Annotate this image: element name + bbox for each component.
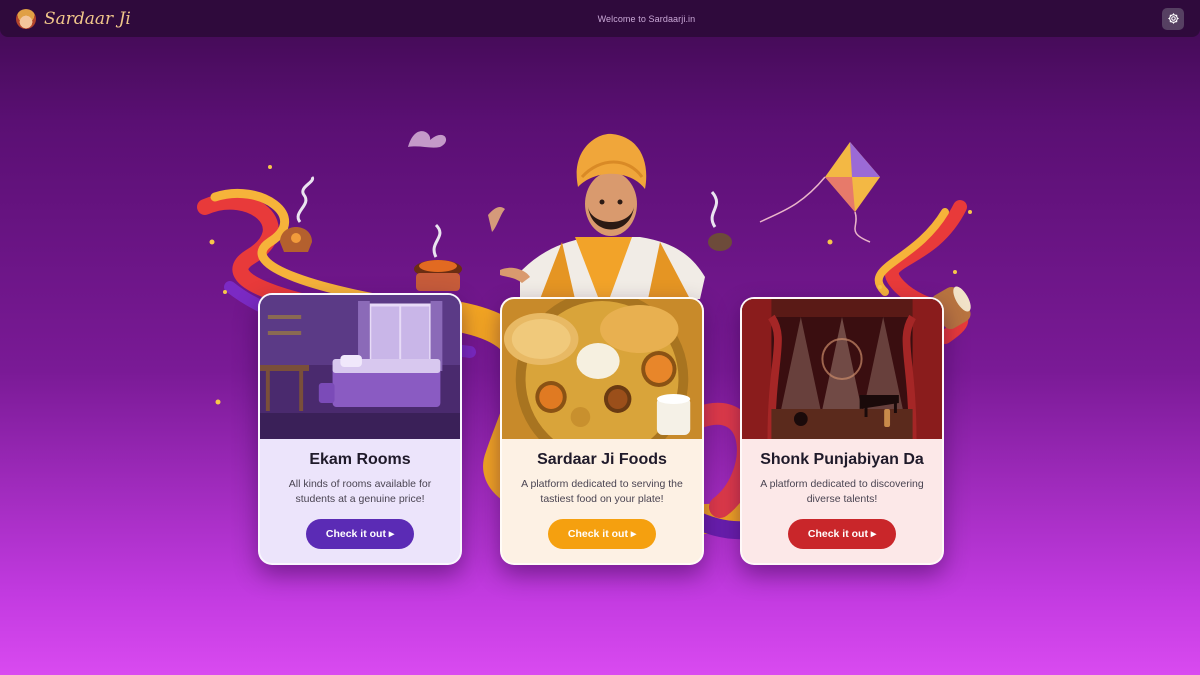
card-body: Ekam Rooms All kinds of rooms available …: [260, 439, 460, 563]
curry-pot-illustration: [414, 223, 462, 291]
settings-button[interactable]: [1162, 7, 1184, 30]
gear-icon: [1167, 13, 1179, 24]
brand-name: Sardaar Ji: [44, 8, 131, 29]
paper-kite-small: [488, 207, 505, 232]
stage-image: [742, 299, 942, 439]
card-ekam-rooms: Ekam Rooms All kinds of rooms available …: [258, 293, 462, 565]
card-description: A platform dedicated to discovering dive…: [760, 478, 924, 505]
hero-scene: Ekam Rooms All kinds of rooms available …: [0, 37, 1200, 675]
kite-illustration: [759, 142, 880, 243]
check-it-out-button[interactable]: Check it out ▸: [305, 519, 415, 549]
check-it-out-button[interactable]: Check it out ▸: [787, 519, 897, 549]
thali-food-image: [502, 299, 702, 439]
card-body: Sardaar Ji Foods A platform dedicated to…: [502, 439, 702, 563]
paper-kite-left: [408, 131, 447, 148]
card-description: A platform dedicated to serving the tast…: [521, 478, 683, 505]
card-title: Sardaar Ji Foods: [537, 451, 667, 468]
card-title: Ekam Rooms: [309, 451, 411, 468]
brand[interactable]: Sardaar Ji: [16, 8, 131, 29]
card-body: Shonk Punjabiyan Da A platform dedicated…: [742, 439, 942, 563]
sardaar-avatar-icon: [16, 8, 36, 29]
card-description: All kinds of rooms available for student…: [288, 478, 432, 505]
bedroom-image: [260, 295, 460, 439]
card-title: Shonk Punjabiyan Da: [760, 451, 924, 468]
check-it-out-button[interactable]: Check it out ▸: [547, 519, 657, 549]
welcome-text: Welcome to Sardaarji.in: [597, 13, 696, 24]
card-shonk-punjabiyan-da: Shonk Punjabiyan Da A platform dedicated…: [740, 297, 944, 565]
sardaar-mascot-illustration: [500, 133, 732, 299]
top-bar: Sardaar Ji Welcome to Sardaarji.in: [0, 0, 1200, 37]
card-sardaar-ji-foods: Sardaar Ji Foods A platform dedicated to…: [500, 297, 704, 565]
